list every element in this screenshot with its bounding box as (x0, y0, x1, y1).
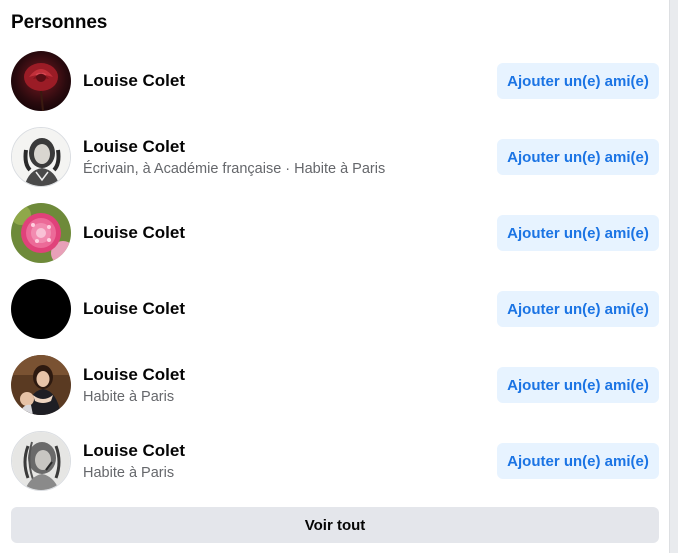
black-avatar-icon (11, 279, 71, 339)
add-friend-button[interactable]: Ajouter un(e) ami(e) (497, 139, 659, 175)
person-row: Louise Colet Ajouter un(e) ami(e) (0, 197, 670, 273)
person-name[interactable]: Louise Colet (83, 137, 185, 157)
person-details: Habite à Paris (83, 389, 175, 405)
person-row: Louise Colet Ajouter un(e) ami(e) (0, 45, 670, 121)
add-friend-button[interactable]: Ajouter un(e) ami(e) (497, 63, 659, 99)
pink-flower-photo-icon (11, 203, 71, 263)
portrait-sketch-icon (12, 432, 70, 490)
person-row: Louise Colet Ajouter un(e) ami(e) (0, 273, 670, 349)
person-name[interactable]: Louise Colet (83, 441, 185, 461)
avatar[interactable] (11, 203, 71, 263)
person-name[interactable]: Louise Colet (83, 299, 185, 319)
person-row: Louise Colet Habite à Paris Ajouter un(e… (0, 425, 670, 501)
person-name[interactable]: Louise Colet (83, 71, 185, 91)
avatar[interactable] (11, 355, 71, 415)
portrait-engraving-icon (12, 128, 70, 186)
avatar[interactable] (11, 431, 71, 491)
avatar[interactable] (11, 51, 71, 111)
person-row: Louise Colet Écrivain, à Académie frança… (0, 121, 670, 197)
person-row: Louise Colet Habite à Paris Ajouter un(e… (0, 349, 670, 425)
person-details: Écrivain, à Académie française · Habite … (83, 161, 386, 177)
portrait-painting-icon (11, 355, 71, 415)
add-friend-button[interactable]: Ajouter un(e) ami(e) (497, 291, 659, 327)
people-results-card: Personnes Louise Colet Ajouter un(e) ami… (0, 0, 670, 553)
avatar[interactable] (11, 127, 71, 187)
add-friend-button[interactable]: Ajouter un(e) ami(e) (497, 215, 659, 251)
add-friend-button[interactable]: Ajouter un(e) ami(e) (497, 443, 659, 479)
person-name[interactable]: Louise Colet (83, 223, 185, 243)
rose-photo-icon (11, 51, 71, 111)
section-title: Personnes (11, 12, 108, 33)
avatar[interactable] (11, 279, 71, 339)
person-details: Habite à Paris (83, 465, 175, 481)
person-name[interactable]: Louise Colet (83, 365, 185, 385)
see-all-button[interactable]: Voir tout (11, 507, 659, 543)
add-friend-button[interactable]: Ajouter un(e) ami(e) (497, 367, 659, 403)
